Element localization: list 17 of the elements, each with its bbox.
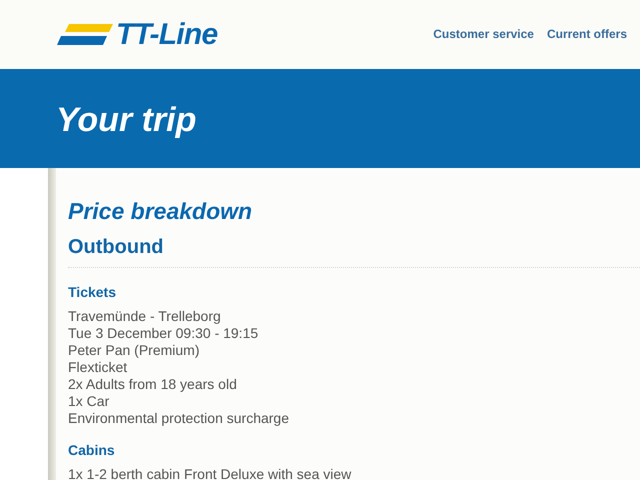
logo-stripes-icon: [57, 24, 113, 46]
detail-line: Flexticket: [68, 359, 128, 376]
direction-heading: Outbound: [68, 237, 165, 257]
subsection-heading: Tickets: [68, 284, 117, 300]
detail-line: Tue 3 December 09:30 - 19:15: [68, 325, 260, 342]
detail-line: Environmental protection surcharge: [68, 410, 290, 427]
detail-line: 2x Adults from 18 years old: [68, 376, 238, 393]
page-title: Your trip: [56, 102, 196, 136]
nav-link[interactable]: Customer service: [433, 24, 534, 42]
subsection-heading: Cabins: [68, 442, 116, 458]
logo-text[interactable]: TT-Line: [116, 20, 218, 50]
nav-link[interactable]: Current offers: [546, 24, 627, 42]
section-title: Price breakdown: [68, 200, 254, 223]
detail-line: Peter Pan (Premium): [68, 342, 200, 359]
detail-line: 1x Car: [68, 393, 110, 410]
detail-line: 1x 1-2 berth cabin Front Deluxe with sea view: [68, 466, 352, 480]
detail-line: Travemünde - Trelleborg: [68, 308, 222, 325]
